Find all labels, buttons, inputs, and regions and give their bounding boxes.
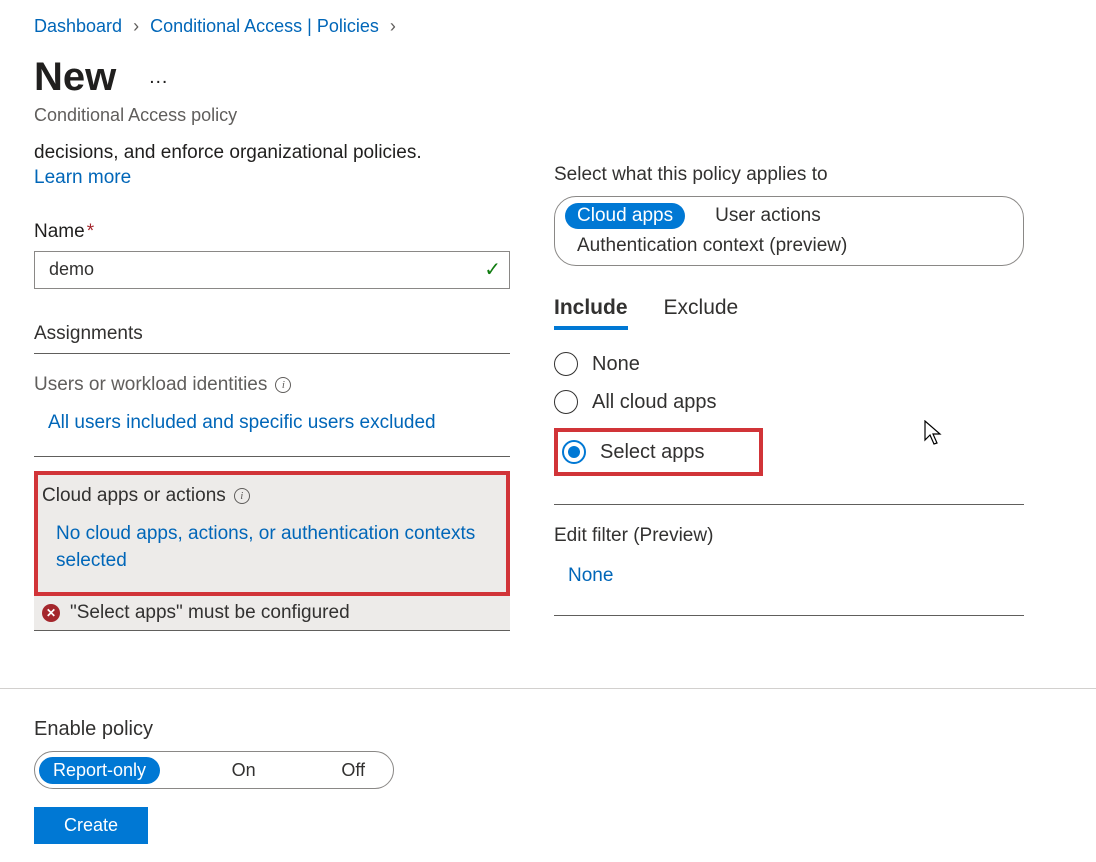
breadcrumb-dashboard[interactable]: Dashboard: [34, 16, 122, 36]
cloud-apps-label: Cloud apps or actions: [42, 485, 226, 507]
info-icon[interactable]: i: [234, 488, 250, 504]
toggle-off[interactable]: Off: [327, 757, 379, 784]
radio-none-label: None: [592, 353, 640, 376]
checkmark-icon: ✓: [484, 257, 501, 282]
enable-policy-toggle: Report-only On Off: [34, 751, 394, 789]
include-exclude-tabs: Include Exclude: [554, 296, 1024, 330]
users-value-link[interactable]: All users included and specific users ex…: [34, 410, 510, 437]
edit-filter-value-link[interactable]: None: [554, 565, 1024, 587]
applies-to-segment: Cloud apps User actions Authentication c…: [554, 196, 1024, 266]
segment-auth-context[interactable]: Authentication context (preview): [565, 233, 859, 259]
name-input-wrap[interactable]: ✓: [34, 251, 510, 289]
toggle-on[interactable]: On: [218, 757, 270, 784]
radio-none[interactable]: None: [554, 352, 1024, 376]
breadcrumb-conditional-access[interactable]: Conditional Access | Policies: [150, 16, 379, 36]
radio-all-cloud-apps[interactable]: All cloud apps: [554, 390, 1024, 414]
cloud-apps-value-link[interactable]: No cloud apps, actions, or authenticatio…: [42, 521, 494, 574]
applies-to-label: Select what this policy applies to: [554, 164, 1024, 186]
tab-exclude[interactable]: Exclude: [664, 296, 739, 330]
assignments-heading: Assignments: [34, 323, 510, 354]
tab-include[interactable]: Include: [554, 296, 628, 330]
breadcrumb: Dashboard › Conditional Access | Policie…: [34, 16, 1096, 37]
footer-divider: [0, 688, 1096, 689]
page-title: New: [34, 57, 116, 97]
edit-filter-label: Edit filter (Preview): [554, 525, 1024, 547]
name-input[interactable]: [47, 258, 484, 281]
segment-cloud-apps[interactable]: Cloud apps: [565, 203, 685, 229]
radio-select-label: Select apps: [600, 441, 705, 464]
enable-policy-label: Enable policy: [34, 718, 394, 741]
error-text: "Select apps" must be configured: [70, 602, 350, 624]
learn-more-link[interactable]: Learn more: [34, 167, 131, 189]
description-text: decisions, and enforce organizational po…: [34, 140, 510, 167]
create-button[interactable]: Create: [34, 807, 148, 844]
required-asterisk: *: [87, 221, 94, 242]
name-label: Name*: [34, 221, 510, 243]
cloud-apps-section[interactable]: Cloud apps or actions i No cloud apps, a…: [34, 471, 510, 596]
more-icon[interactable]: …: [140, 62, 178, 93]
chevron-right-icon: ›: [133, 16, 139, 36]
chevron-right-icon: ›: [390, 16, 396, 36]
error-icon: ✕: [42, 604, 60, 622]
toggle-report-only[interactable]: Report-only: [39, 757, 160, 784]
info-icon[interactable]: i: [275, 377, 291, 393]
segment-user-actions[interactable]: User actions: [703, 203, 833, 229]
users-label: Users or workload identities: [34, 374, 267, 396]
radio-all-label: All cloud apps: [592, 391, 717, 414]
page-subtitle: Conditional Access policy: [34, 105, 1096, 126]
error-message: ✕ "Select apps" must be configured: [34, 596, 510, 631]
include-radio-group: None All cloud apps Select apps: [554, 352, 1024, 476]
radio-select-apps[interactable]: Select apps: [554, 428, 763, 476]
